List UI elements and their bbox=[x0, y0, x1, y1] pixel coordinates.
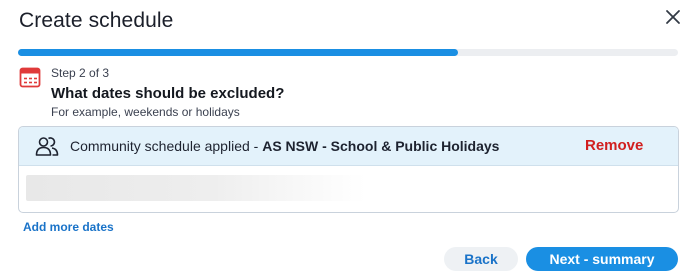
remove-button[interactable]: Remove bbox=[585, 137, 643, 154]
calendar-icon bbox=[19, 67, 41, 88]
schedule-name: AS NSW - School & Public Holidays bbox=[262, 138, 500, 154]
progress-bar bbox=[18, 49, 678, 56]
close-button[interactable] bbox=[662, 6, 684, 28]
community-schedule-header: Community schedule applied - AS NSW - Sc… bbox=[19, 127, 678, 166]
step-indicator: Step 2 of 3 bbox=[51, 66, 110, 80]
add-more-dates-link[interactable]: Add more dates bbox=[23, 220, 114, 234]
excluded-dates-card: Community schedule applied - AS NSW - Sc… bbox=[18, 126, 679, 213]
applied-separator: - bbox=[249, 138, 263, 154]
next-summary-button[interactable]: Next - summary bbox=[526, 247, 678, 271]
progress-fill bbox=[18, 49, 459, 56]
step-hint: For example, weekends or holidays bbox=[51, 105, 240, 119]
community-schedule-text: Community schedule applied - AS NSW - Sc… bbox=[70, 138, 499, 154]
back-button[interactable]: Back bbox=[444, 247, 518, 271]
people-icon bbox=[35, 137, 59, 156]
applied-prefix: Community schedule applied bbox=[70, 138, 250, 154]
loading-placeholder bbox=[26, 175, 366, 201]
step-question: What dates should be excluded? bbox=[51, 85, 285, 102]
close-icon bbox=[666, 10, 680, 24]
dialog-title: Create schedule bbox=[19, 9, 174, 32]
